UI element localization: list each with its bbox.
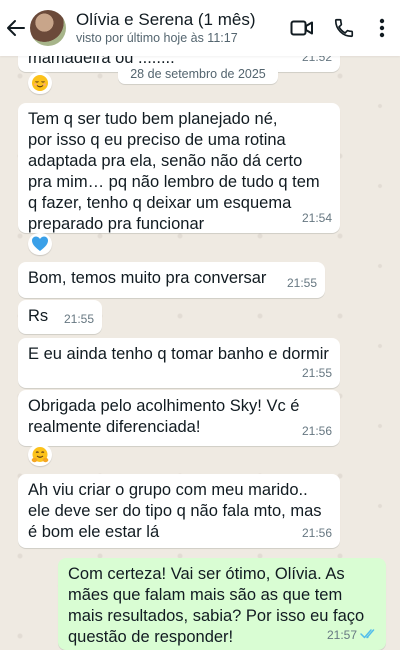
message-time: 21:55 bbox=[301, 366, 332, 380]
blue-heart-icon bbox=[32, 236, 48, 251]
message-time: 21:57 bbox=[326, 627, 357, 642]
date-divider: 28 de setembro de 2025 bbox=[118, 64, 278, 84]
message-time: 21:54 bbox=[301, 211, 332, 225]
video-call-button[interactable] bbox=[284, 0, 320, 56]
message-time: 21:56 bbox=[301, 424, 332, 438]
message-bubble-incoming[interactable]: Rs 21:55 bbox=[18, 300, 102, 334]
chat-title-block[interactable]: Olívia e Serena (1 mês) visto por último… bbox=[76, 10, 284, 46]
more-options-button[interactable] bbox=[368, 0, 396, 56]
message-text: Rs bbox=[28, 307, 49, 325]
contact-avatar[interactable] bbox=[30, 10, 66, 46]
message-time: 21:52 bbox=[301, 56, 332, 64]
back-button[interactable] bbox=[2, 0, 30, 56]
message-text: Bom, temos muito pra conversar bbox=[28, 269, 267, 287]
message-bubble-incoming[interactable]: Ah viu criar o grupo com meu marido.. el… bbox=[18, 474, 340, 548]
more-vertical-icon bbox=[379, 18, 385, 38]
message-time: 21:55 bbox=[286, 276, 317, 290]
message-time: 21:56 bbox=[301, 526, 332, 540]
chat-header: Olívia e Serena (1 mês) visto por último… bbox=[0, 0, 400, 56]
message-text: E eu ainda tenho q tomar banho e dormir bbox=[28, 345, 329, 363]
hugging-face-icon bbox=[31, 447, 49, 463]
relieved-face-icon bbox=[32, 75, 48, 91]
message-list[interactable]: mamadeira ou ........ 21:52 28 de setemb… bbox=[0, 56, 400, 650]
message-bubble-outgoing[interactable]: Com certeza! Vai ser ótimo, Olívia. As m… bbox=[58, 558, 386, 650]
message-time-status: 21:57 bbox=[327, 625, 378, 646]
message-bubble-incoming[interactable]: Tem q ser tudo bem planejado né, por iss… bbox=[18, 103, 340, 233]
message-reaction[interactable] bbox=[28, 233, 52, 255]
message-time: 21:55 bbox=[63, 312, 94, 326]
message-bubble-incoming[interactable]: E eu ainda tenho q tomar banho e dormir … bbox=[18, 338, 340, 388]
back-arrow-icon bbox=[7, 20, 25, 36]
voice-call-button[interactable] bbox=[326, 0, 362, 56]
last-seen-status: visto por último hoje às 11:17 bbox=[76, 31, 238, 45]
phone-icon bbox=[334, 18, 354, 38]
message-text: Ah viu criar o grupo com meu marido.. el… bbox=[28, 481, 322, 541]
message-text: Obrigada pelo acolhimento Sky! Vc é real… bbox=[28, 397, 300, 436]
message-bubble-incoming[interactable]: Bom, temos muito pra conversar 21:55 bbox=[18, 262, 325, 298]
video-camera-icon bbox=[290, 20, 313, 36]
read-receipt-icon bbox=[360, 625, 378, 646]
chat-title: Olívia e Serena (1 mês) bbox=[76, 10, 256, 29]
message-reaction[interactable] bbox=[28, 444, 52, 466]
message-reaction[interactable] bbox=[28, 72, 52, 94]
message-text: Tem q ser tudo bem planejado né, por iss… bbox=[28, 110, 320, 233]
message-bubble-incoming[interactable]: Obrigada pelo acolhimento Sky! Vc é real… bbox=[18, 390, 340, 446]
